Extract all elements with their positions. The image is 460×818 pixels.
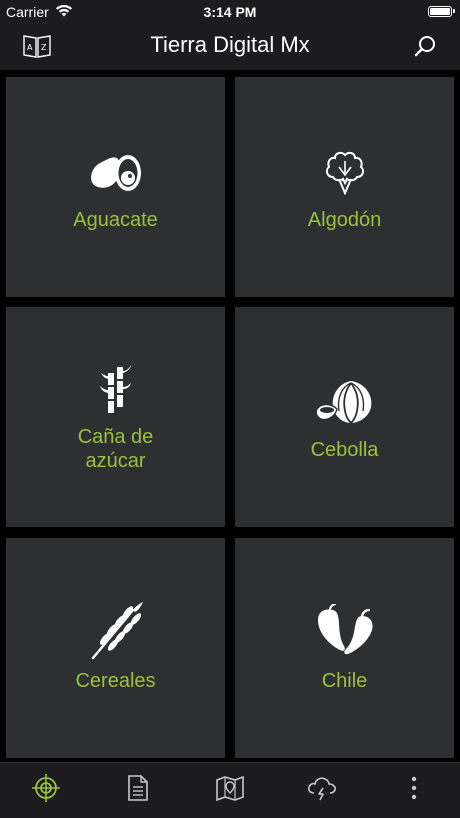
target-icon bbox=[31, 773, 61, 808]
onion-icon bbox=[235, 377, 454, 425]
search-icon bbox=[413, 34, 437, 63]
map-icon bbox=[216, 775, 244, 806]
wheat-icon bbox=[6, 602, 225, 662]
tab-weather[interactable] bbox=[276, 763, 368, 818]
crop-label: Algodón bbox=[307, 209, 382, 231]
crop-tile-aguacate[interactable]: Aguacate bbox=[6, 77, 225, 297]
sugarcane-icon bbox=[6, 365, 225, 415]
avocado-icon bbox=[6, 149, 225, 193]
crop-tile-cereales[interactable]: Cereales bbox=[6, 538, 225, 758]
crop-label: Caña de azúcar bbox=[77, 426, 154, 472]
cotton-icon bbox=[235, 149, 454, 195]
page-title: Tierra Digital Mx bbox=[150, 32, 310, 57]
tab-documents[interactable] bbox=[92, 763, 184, 818]
crop-label: Chile bbox=[321, 670, 368, 692]
status-bar: Carrier 3:14 PM bbox=[0, 0, 460, 24]
chili-icon bbox=[235, 604, 454, 656]
more-icon bbox=[410, 776, 418, 805]
crop-tile-chile[interactable]: Chile bbox=[235, 538, 454, 758]
tab-map[interactable] bbox=[184, 763, 276, 818]
storm-cloud-icon bbox=[307, 775, 337, 806]
crop-label: Aguacate bbox=[73, 209, 158, 231]
tab-more[interactable] bbox=[368, 763, 460, 818]
navigation-bar: A Z Tierra Digital Mx bbox=[0, 24, 460, 70]
crop-label: Cebolla bbox=[310, 439, 379, 461]
search-button[interactable] bbox=[410, 33, 440, 63]
crop-tile-cebolla[interactable]: Cebolla bbox=[235, 307, 454, 527]
tab-crops[interactable] bbox=[0, 763, 92, 818]
crop-grid: Aguacate Algodón Caña de azúcar Cebolla … bbox=[0, 70, 460, 762]
crop-label: Cereales bbox=[75, 670, 156, 692]
crop-tile-algodon[interactable]: Algodón bbox=[235, 77, 454, 297]
crop-tile-cana-de-azucar[interactable]: Caña de azúcar bbox=[6, 307, 225, 527]
tab-bar bbox=[0, 762, 460, 818]
document-icon bbox=[127, 775, 149, 806]
status-time: 3:14 PM bbox=[203, 4, 257, 20]
battery-icon bbox=[428, 6, 455, 17]
